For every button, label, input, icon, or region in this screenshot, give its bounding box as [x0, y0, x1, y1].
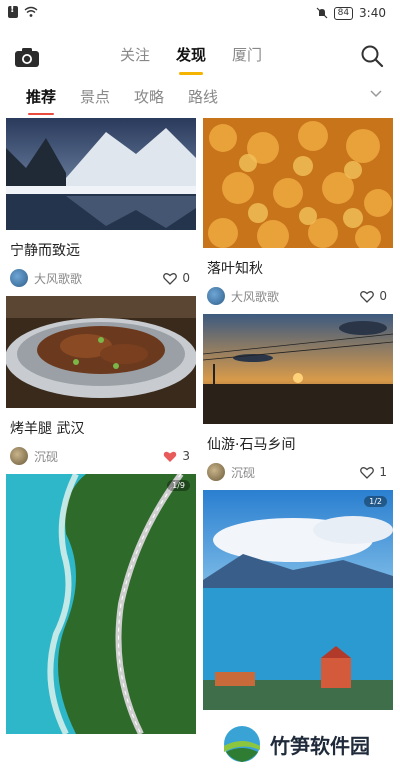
like-count: 1	[379, 465, 387, 479]
like-button[interactable]: 0	[360, 289, 387, 303]
watermark-text: 竹笋软件园	[270, 733, 370, 758]
watermark-logo-icon	[224, 726, 260, 762]
feed-card[interactable]: 仙游·石马乡间 沉砚 1	[203, 314, 393, 482]
avatar	[207, 463, 225, 481]
post-meta: 沉砚 3	[6, 446, 196, 466]
like-count: 0	[182, 271, 190, 285]
category-tab-bar: 推荐 景点 攻略 路线	[26, 86, 218, 107]
post-image-seaside-city[interactable]: 1/2	[203, 490, 393, 710]
status-bar: 84 3:40	[0, 0, 400, 28]
feed-card[interactable]: 1/9	[6, 474, 196, 734]
feed-card[interactable]: 1/2	[203, 490, 393, 710]
search-icon[interactable]	[360, 44, 384, 68]
author-name: 沉砚	[231, 465, 256, 480]
top-tab-bar: 关注 发现 厦门	[120, 44, 262, 65]
like-button[interactable]: 3	[163, 449, 190, 463]
post-meta: 大风歌歌 0	[203, 286, 393, 306]
feed-card[interactable]: 烤羊腿 武汉 沉砚 3	[6, 296, 196, 466]
post-image-autumn-leaves[interactable]	[203, 118, 393, 248]
heart-outline-icon	[360, 290, 375, 303]
top-header: 关注 发现 厦门	[0, 36, 400, 78]
post-author[interactable]: 沉砚	[207, 463, 255, 481]
like-button[interactable]: 0	[163, 271, 190, 285]
like-button[interactable]: 1	[360, 465, 387, 479]
avatar	[10, 447, 28, 465]
wifi-icon	[24, 6, 38, 17]
post-image-winter-lake[interactable]	[6, 118, 196, 230]
author-name: 沉砚	[34, 449, 59, 464]
post-image-roast-lamb[interactable]	[6, 296, 196, 408]
post-author[interactable]: 大风歌歌	[10, 269, 82, 287]
battery-indicator: 84	[333, 6, 354, 20]
clock: 3:40	[359, 6, 386, 20]
subtab-scenic[interactable]: 景点	[80, 86, 110, 107]
chevron-down-icon[interactable]	[370, 88, 382, 100]
avatar	[207, 287, 225, 305]
feed-column-left: 宁静而致远 大风歌歌 0 烤羊腿 武汉 沉砚 3 1/9	[6, 118, 196, 742]
tab-xiamen[interactable]: 厦门	[232, 44, 262, 65]
camera-icon[interactable]	[14, 46, 40, 68]
feed-column-right: 落叶知秋 大风歌歌 0 仙游·石马乡间 沉砚 1 1/2	[203, 118, 393, 718]
heart-outline-icon	[163, 272, 178, 285]
post-title: 烤羊腿 武汉	[10, 421, 85, 437]
tab-follow[interactable]: 关注	[120, 44, 150, 65]
subtab-route[interactable]: 路线	[188, 86, 218, 107]
feed-grid: 宁静而致远 大风歌歌 0 烤羊腿 武汉 沉砚 3 1/9 落叶知秋 大风歌歌 0…	[6, 118, 394, 770]
post-title: 落叶知秋	[207, 261, 263, 277]
post-author[interactable]: 沉砚	[10, 447, 58, 465]
notification-alert-icon	[8, 4, 18, 18]
mute-bell-icon	[316, 7, 328, 19]
post-author[interactable]: 大风歌歌	[207, 287, 279, 305]
image-counter: 1/2	[364, 496, 387, 507]
feed-card[interactable]: 宁静而致远 大风歌歌 0	[6, 118, 196, 288]
heart-outline-icon	[360, 466, 375, 479]
post-title: 仙游·石马乡间	[207, 437, 296, 453]
post-image-rural-sunset[interactable]	[203, 314, 393, 424]
author-name: 大风歌歌	[34, 271, 83, 286]
author-name: 大风歌歌	[231, 289, 280, 304]
like-count: 0	[379, 289, 387, 303]
feed-card[interactable]: 落叶知秋 大风歌歌 0	[203, 118, 393, 306]
tab-discover[interactable]: 发现	[176, 44, 206, 65]
avatar	[10, 269, 28, 287]
subtab-recommend[interactable]: 推荐	[26, 86, 56, 107]
post-image-coastal-road[interactable]: 1/9	[6, 474, 196, 734]
post-meta: 沉砚 1	[203, 462, 393, 482]
heart-filled-icon	[164, 451, 177, 462]
post-meta: 大风歌歌 0	[6, 268, 196, 288]
subtab-guide[interactable]: 攻略	[134, 86, 164, 107]
like-count: 3	[182, 449, 190, 463]
post-title: 宁静而致远	[10, 243, 80, 259]
image-counter: 1/9	[167, 480, 190, 491]
watermark: 竹笋软件园	[214, 722, 378, 766]
